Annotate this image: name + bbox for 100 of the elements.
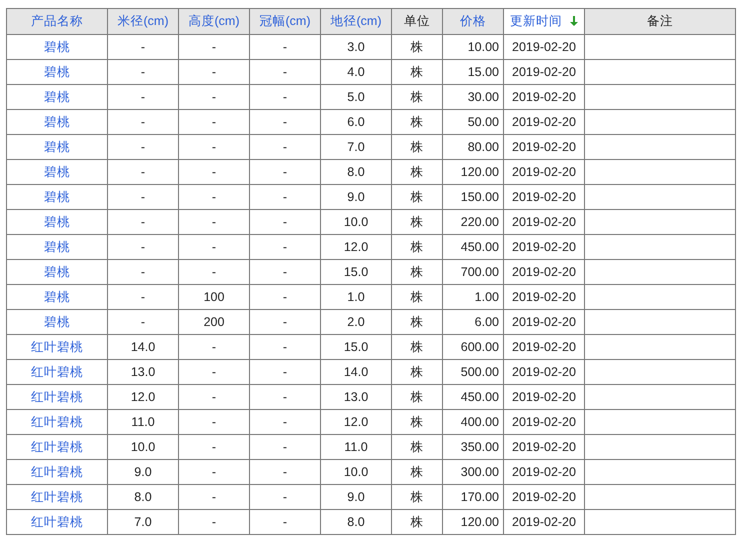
table-cell: - — [282, 515, 288, 529]
table-cell: 12.0 — [344, 415, 368, 429]
table-cell: - — [212, 340, 216, 354]
table-cell: 2019-02-20 — [512, 240, 576, 254]
table-cell: - — [282, 465, 288, 479]
table-cell: 2019-02-20 — [512, 140, 576, 154]
table-cell: 2019-02-20 — [512, 65, 576, 79]
table-cell: 3.0 — [347, 40, 365, 54]
table-cell: 15.0 — [344, 265, 368, 279]
table-cell: 2019-02-20 — [512, 315, 576, 329]
table-cell: 300.00 — [460, 465, 499, 479]
table-cell: 11.0 — [344, 440, 368, 454]
table-cell: - — [282, 490, 288, 504]
column-title[interactable]: 产品名称 — [31, 14, 83, 28]
table-cell: 30.00 — [468, 90, 499, 104]
table-cell: - — [212, 265, 216, 279]
table-cell: - — [212, 165, 216, 179]
table-cell: 15.00 — [468, 65, 499, 79]
table-cell: 株 — [410, 340, 424, 354]
column-header[interactable]: 高度(cm) — [178, 8, 250, 34]
table-cell: 株 — [410, 164, 424, 178]
table-cell: 350.00 — [460, 440, 499, 454]
column-header[interactable]: 价格 — [442, 8, 504, 34]
table-cell: 2019-02-20 — [512, 390, 576, 404]
table-cell: 2019-02-20 — [512, 290, 576, 304]
product-link[interactable]: 碧桃 — [44, 64, 70, 78]
table-cell: 6.00 — [474, 315, 499, 329]
table-cell: 200 — [204, 315, 224, 329]
table-cell: 50.00 — [468, 115, 499, 129]
table-cell: - — [212, 140, 216, 154]
table-cell: 14.0 — [130, 340, 156, 354]
table-cell: 2019-02-20 — [512, 190, 576, 204]
sort-down-icon — [570, 16, 578, 26]
column-header[interactable]: 冠幅(cm) — [250, 8, 320, 34]
table-cell: 13.0 — [344, 390, 368, 404]
table-cell: 500.00 — [460, 365, 499, 379]
table-cell: 株 — [410, 390, 424, 404]
product-link[interactable]: 碧桃 — [44, 290, 70, 304]
table-cell: 株 — [410, 490, 424, 504]
column-title[interactable]: 价格 — [460, 14, 486, 28]
table-cell: - — [282, 115, 288, 129]
column-header[interactable]: 更新时间 — [504, 8, 584, 34]
table-cell: 10.0 — [130, 440, 156, 454]
table-cell: - — [212, 490, 216, 504]
product-link[interactable]: 碧桃 — [44, 140, 70, 154]
table-cell: 2019-02-20 — [512, 40, 576, 54]
table-cell: 2019-02-20 — [512, 215, 576, 229]
table-cell: 2019-02-20 — [512, 515, 576, 529]
table-cell: 600.00 — [460, 340, 499, 354]
column-header[interactable]: 地径(cm) — [320, 8, 392, 34]
table-cell: 450.00 — [460, 240, 499, 254]
product-link[interactable]: 碧桃 — [44, 40, 70, 54]
table-cell: 12.0 — [344, 240, 368, 254]
product-link[interactable]: 碧桃 — [44, 114, 70, 128]
table-cell: - — [212, 240, 216, 254]
table-cell: 1.0 — [347, 290, 365, 304]
table-cell: 80.00 — [468, 140, 499, 154]
table-cell: - — [140, 240, 146, 254]
product-link[interactable]: 碧桃 — [44, 164, 70, 178]
table-cell: 450.00 — [460, 390, 499, 404]
table-cell: - — [282, 315, 288, 329]
table-cell: - — [282, 40, 288, 54]
product-link[interactable]: 碧桃 — [44, 90, 70, 104]
column-title[interactable]: 地径(cm) — [330, 14, 382, 28]
table-cell: - — [140, 165, 146, 179]
table-cell: - — [140, 215, 146, 229]
table-cell: - — [282, 65, 288, 79]
table-cell: 2019-02-20 — [512, 340, 576, 354]
column-title: 备注 — [647, 14, 673, 28]
table-cell: 10.0 — [344, 465, 368, 479]
table-cell: - — [212, 440, 216, 454]
table-cell: 株 — [410, 414, 424, 428]
column-header[interactable]: 米径(cm) — [108, 8, 178, 34]
table-cell: - — [212, 365, 216, 379]
column-title[interactable]: 冠幅(cm) — [260, 14, 310, 28]
table-cell: - — [140, 190, 146, 204]
column-title[interactable]: 米径(cm) — [118, 14, 168, 28]
table-cell: 2019-02-20 — [512, 165, 576, 179]
table-cell: - — [282, 215, 288, 229]
product-link[interactable]: 碧桃 — [44, 314, 70, 328]
table-cell: - — [282, 365, 288, 379]
table-cell: 株 — [410, 64, 424, 78]
table-cell: 100 — [204, 290, 224, 304]
column-title[interactable]: 更新时间 — [510, 14, 562, 28]
product-link[interactable]: 碧桃 — [44, 214, 70, 228]
column-header[interactable]: 产品名称 — [6, 8, 108, 34]
table-cell: 2019-02-20 — [512, 265, 576, 279]
table-cell: 2019-02-20 — [512, 465, 576, 479]
table-cell: 2019-02-20 — [512, 365, 576, 379]
table-cell: - — [282, 265, 288, 279]
table-cell: - — [140, 140, 146, 154]
column-title[interactable]: 高度(cm) — [188, 14, 240, 28]
table-cell: 8.0 — [347, 515, 365, 529]
product-link[interactable]: 碧桃 — [44, 190, 70, 204]
product-link[interactable]: 碧桃 — [44, 240, 70, 254]
table-cell: 170.00 — [460, 490, 499, 504]
table-cell: 株 — [410, 114, 424, 128]
table-cell: 1.00 — [474, 290, 499, 304]
table-cell: 株 — [410, 364, 424, 378]
product-link[interactable]: 碧桃 — [44, 264, 70, 278]
